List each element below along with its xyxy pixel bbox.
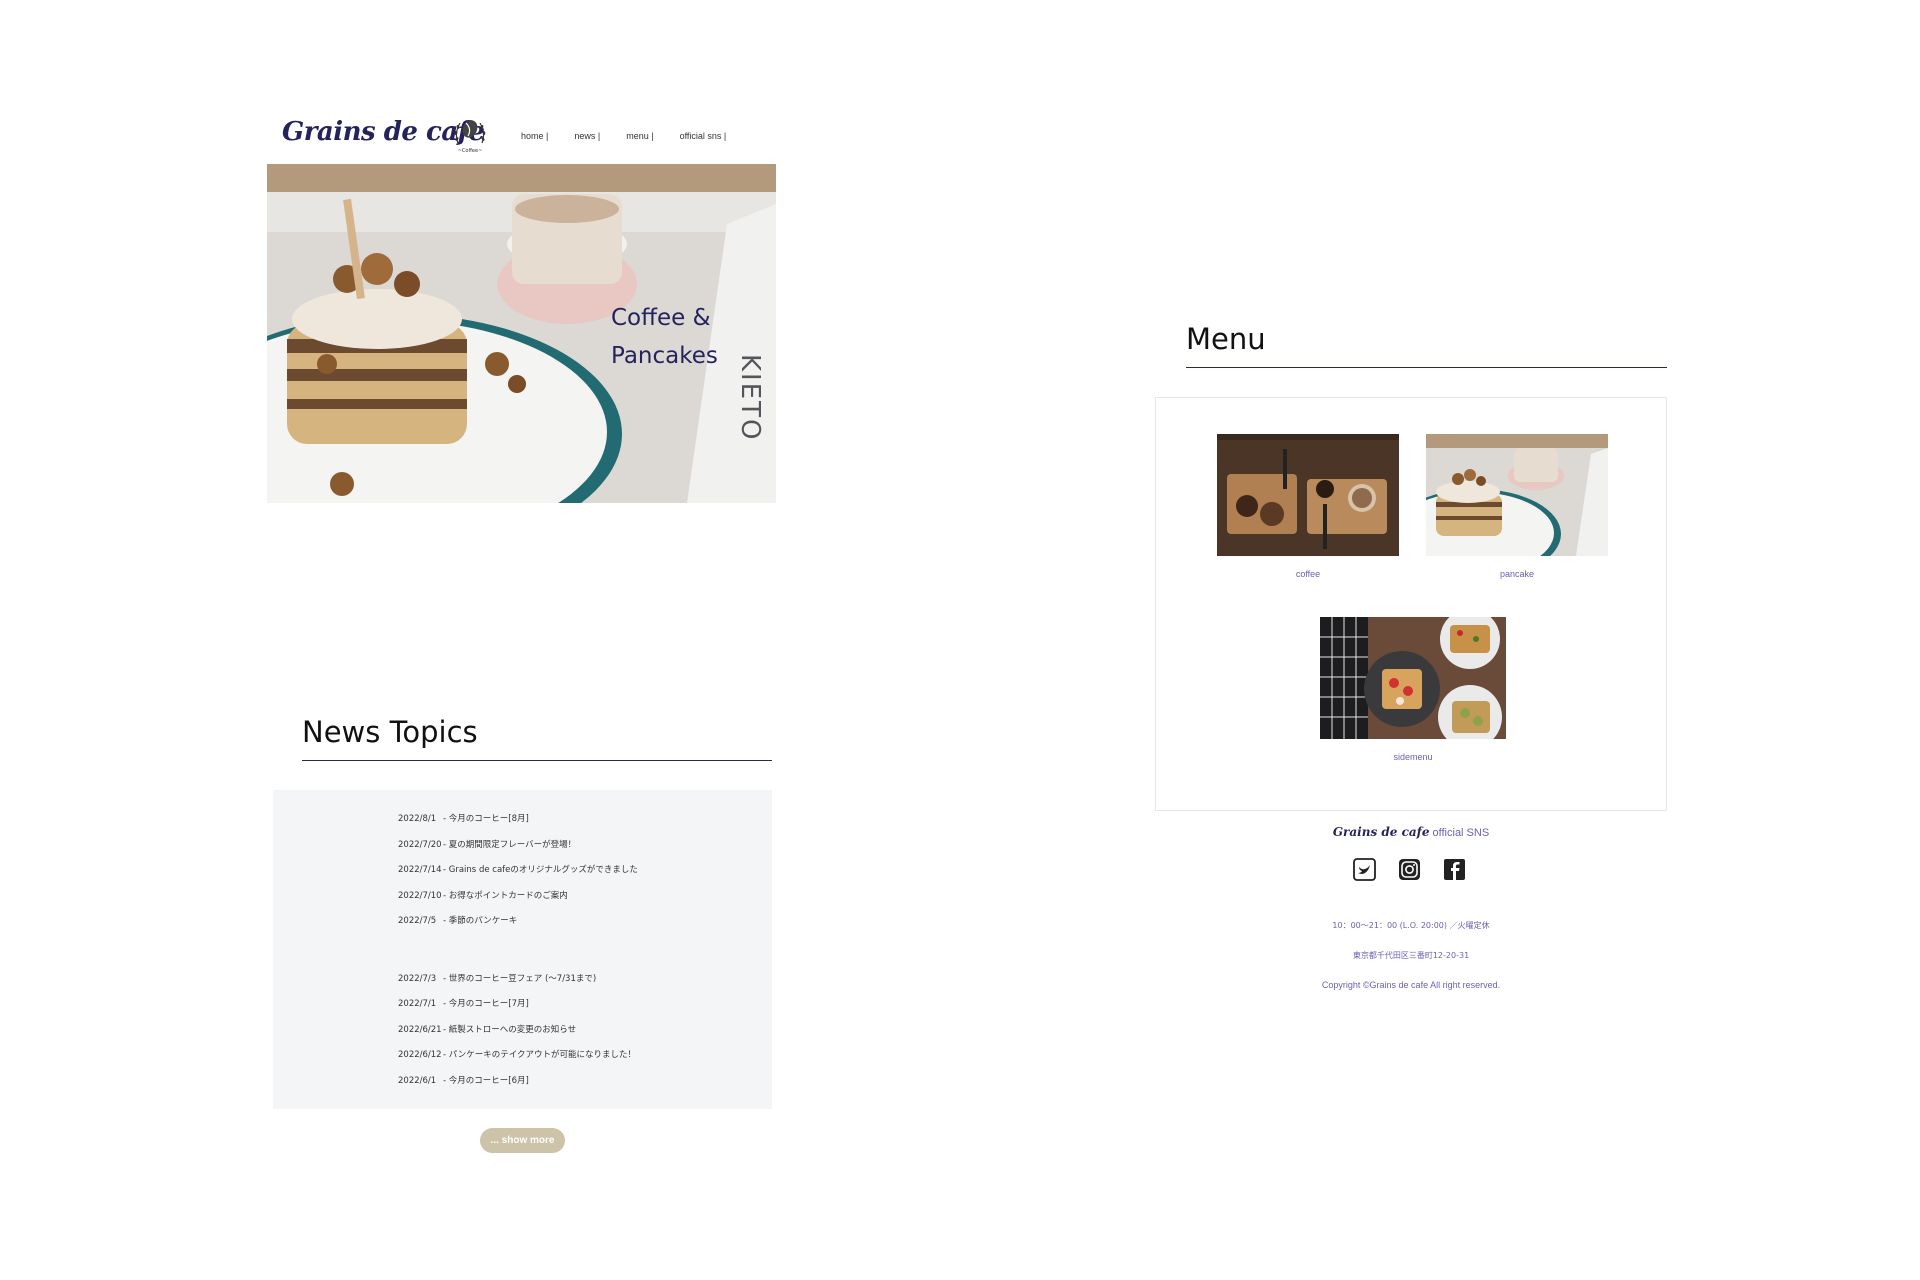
news-item[interactable]: 2022/6/21- 紙製ストローへの変更のお知らせ xyxy=(398,1023,638,1049)
news-text: - 今月のコーヒー[8月] xyxy=(443,814,529,824)
news-item[interactable]: 2022/7/14- Grains de cafeのオリジナルグッズができました xyxy=(398,863,638,889)
news-text: - 今月のコーヒー[7月] xyxy=(443,999,529,1009)
news-text: - 夏の期間限定フレーバーが登場！ xyxy=(443,839,577,850)
hero-image: KIETO Coffee & Pancakes xyxy=(267,164,776,503)
news-item[interactable]: 2022/7/20- 夏の期間限定フレーバーが登場！ xyxy=(398,838,638,864)
opening-hours: 10：00〜21：00 (L.O. 20:00) ／火曜定休 xyxy=(1332,921,1490,930)
coffee-photo xyxy=(1217,434,1399,556)
badge-text: ~Coffee~ xyxy=(458,148,483,154)
hero-caption: Coffee & Pancakes xyxy=(611,305,718,369)
news-date: 2022/6/12 xyxy=(398,1050,442,1060)
news-text: - お得なポイントカードのご案内 xyxy=(443,890,568,901)
news-date: 2022/7/5 xyxy=(398,916,437,926)
nav-official-sns[interactable]: official sns | xyxy=(680,131,727,141)
news-item[interactable]: 2022/6/12- パンケーキのテイクアウトが可能になりました！ xyxy=(398,1048,638,1074)
menu-caption-coffee: coffee xyxy=(1295,569,1321,579)
official-sns-heading: Grains de cafe official SNS xyxy=(1155,825,1667,839)
menu-item-pancake[interactable]: pancake xyxy=(1426,434,1608,584)
news-item[interactable]: 2022/7/1 - 今月のコーヒー[7月] xyxy=(398,997,638,1023)
nav-menu[interactable]: menu | xyxy=(626,131,653,141)
news-list: 2022/8/1 - 今月のコーヒー[8月] 2022/7/20- 夏の期間限定フ… xyxy=(398,812,638,1099)
nav-home[interactable]: home | xyxy=(521,131,548,141)
news-date: 2022/7/1 xyxy=(398,999,437,1009)
news-date: 2022/7/3 xyxy=(398,973,437,984)
facebook-icon[interactable] xyxy=(1443,858,1466,881)
news-list-panel: 2022/8/1 - 今月のコーヒー[8月] 2022/7/20- 夏の期間限定フ… xyxy=(273,790,772,1109)
news-date: 2022/7/14 xyxy=(398,865,442,875)
news-item[interactable]: 2022/6/1 - 今月のコーヒー[6月] xyxy=(398,1074,638,1100)
main-nav: home | news | menu | official sns | xyxy=(521,131,726,141)
menu-heading: Menu xyxy=(1186,322,1667,368)
news-date: 2022/7/10 xyxy=(398,890,442,901)
nav-news[interactable]: news | xyxy=(574,131,600,141)
show-more-button[interactable]: ... show more xyxy=(480,1128,565,1153)
sns-brand: Grains de cafe xyxy=(1332,825,1430,839)
news-text: - Grains de cafeのオリジナルグッズができました xyxy=(443,865,638,875)
news-item[interactable]: 2022/7/3 - 世界のコーヒー豆フェア (〜7/31まで) xyxy=(398,972,638,998)
sidemenu-photo xyxy=(1320,617,1506,739)
coffee-badge-icon: ~Coffee~ xyxy=(454,120,486,154)
news-text: - 世界のコーヒー豆フェア (〜7/31まで) xyxy=(443,973,597,984)
pancake-photo xyxy=(1426,434,1608,556)
page: Grains de cafe ~Coffee~ home | news | me… xyxy=(0,0,1920,1280)
sns-heading-rest: official SNS xyxy=(1429,827,1490,839)
news-text: - 季節のパンケーキ xyxy=(443,916,518,926)
menu-panel: coffee pancake sidemenu xyxy=(1155,397,1667,811)
news-item[interactable]: 2022/7/10- お得なポイントカードのご案内 xyxy=(398,889,638,915)
menu-item-coffee[interactable]: coffee xyxy=(1217,434,1399,584)
news-date: 2022/7/20 xyxy=(398,839,442,850)
menu-item-sidemenu[interactable]: sidemenu xyxy=(1320,617,1506,767)
news-item[interactable]: 2022/8/1 - 今月のコーヒー[8月] xyxy=(398,812,638,838)
address: 東京都千代田区三番町12-20-31 xyxy=(1352,951,1470,960)
menu-caption-sidemenu: sidemenu xyxy=(1393,752,1433,762)
news-text: - 紙製ストローへの変更のお知らせ xyxy=(443,1024,577,1035)
copyright: Copyright ©Grains de cafe All right rese… xyxy=(1321,980,1501,990)
news-date: 2022/6/21 xyxy=(398,1024,442,1035)
news-text: - 今月のコーヒー[6月] xyxy=(443,1075,529,1086)
sns-icon-row xyxy=(1353,858,1466,881)
menu-caption-pancake: pancake xyxy=(1499,569,1535,579)
news-date: 2022/6/1 xyxy=(398,1075,437,1086)
news-item[interactable]: 2022/7/5 - 季節のパンケーキ xyxy=(398,914,638,940)
news-date: 2022/8/1 xyxy=(398,814,437,824)
twitter-icon[interactable] xyxy=(1353,858,1376,881)
instagram-icon[interactable] xyxy=(1398,858,1421,881)
news-topics-heading: News Topics xyxy=(302,715,772,761)
news-text: - パンケーキのテイクアウトが可能になりました！ xyxy=(443,1050,637,1060)
